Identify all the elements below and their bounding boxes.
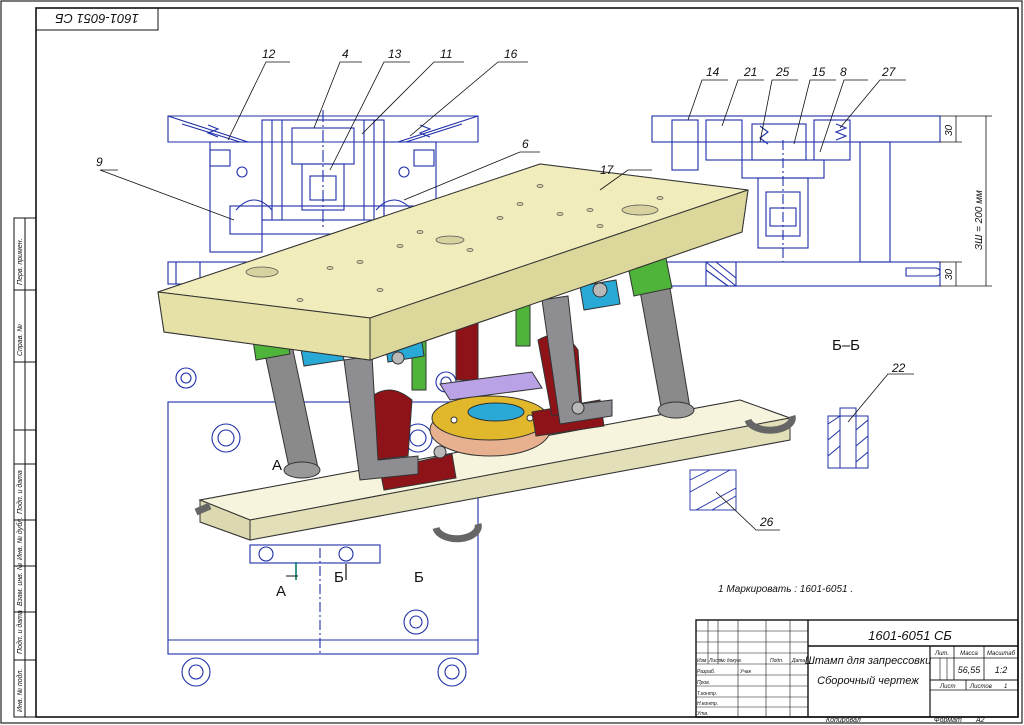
copied-label: Копировал [826, 717, 861, 724]
callout-17: 17 [600, 163, 615, 177]
callout-15: 15 [812, 65, 826, 79]
row-approved: Утв. [697, 711, 708, 717]
callout-9: 9 [96, 155, 103, 169]
mark-a-bottom: А [276, 583, 286, 600]
mark-b-right: Б [414, 569, 424, 586]
stamp-sign-date-1: Подп. и дата [16, 470, 24, 514]
section-title: Б–Б [832, 337, 860, 354]
stamp-replace-inv: Взам. инв. № [17, 562, 24, 606]
stamp-ref-number: Справ. № [17, 324, 24, 356]
format-label: Формат [934, 717, 962, 724]
row-developer: Разраб. [697, 669, 715, 675]
callout-26: 26 [759, 515, 774, 529]
stamp-orig-inv: Инв. № подл. [16, 669, 24, 712]
callout-25: 25 [775, 65, 790, 79]
callout-22: 22 [891, 361, 906, 375]
drawing-code: 1601-6051 СБ [868, 628, 952, 643]
mass-value: 56,55 [958, 665, 982, 675]
assembly-drawing: 1601-6051 СБ Перв. примен. Справ. № Подп… [0, 0, 1023, 724]
scale-label: Масштаб [987, 651, 1016, 657]
title-line-1: Штамп для запрессовки [805, 655, 931, 667]
sheet-label: Лист [939, 684, 955, 690]
col-date: Дата [791, 658, 805, 664]
scale-value: 1:2 [995, 665, 1008, 675]
mark-b-left: Б [334, 569, 344, 586]
drawing-sheet: 1601-6051 СБ Перв. примен. Справ. № Подп… [0, 0, 1024, 725]
row-norm: Н.контр. [697, 701, 718, 707]
col-doc: № докум. [720, 658, 742, 664]
marking-note: 1 Маркировать : 1601-6051 . [718, 584, 853, 595]
callout-12: 12 [262, 47, 276, 61]
top-dimension-label: 30 [944, 124, 955, 136]
stamp-sign-date-2: Подп. и дата [16, 610, 24, 654]
stamp-dup-inv: Инв. № дубл. [16, 517, 24, 560]
col-change: Изм [697, 658, 707, 664]
title-line-2: Сборочный чертеж [817, 675, 919, 687]
callout-21: 21 [743, 65, 757, 79]
callout-16: 16 [504, 47, 518, 61]
sheets-label: Листов [969, 684, 992, 690]
mark-a-top: А [272, 457, 282, 474]
sheets-value: 1 [1004, 684, 1007, 690]
callout-8: 8 [840, 65, 847, 79]
callout-6: 6 [522, 137, 529, 151]
row-checked: Пров. [697, 680, 710, 686]
lit-label: Лит. [934, 651, 949, 657]
callout-14: 14 [706, 65, 720, 79]
row-tech: Т.контр. [697, 691, 717, 697]
callout-27: 27 [881, 65, 897, 79]
bottom-dimension-label: 30 [944, 268, 955, 280]
format-value: А2 [975, 717, 985, 724]
rotated-code: 1601-6051 СБ [55, 11, 139, 26]
stamp-first-use: Перв. примен. [17, 238, 24, 285]
mass-label: Масса [960, 651, 978, 657]
sheet-outer-border [0, 0, 1023, 724]
callout-4: 4 [342, 47, 349, 61]
developer-name: Учак [740, 669, 752, 675]
height-dimension-label: ЗШ = 200 мм [974, 190, 985, 250]
callout-13: 13 [388, 47, 402, 61]
callout-11: 11 [440, 47, 452, 61]
col-sign: Подп. [770, 658, 783, 664]
